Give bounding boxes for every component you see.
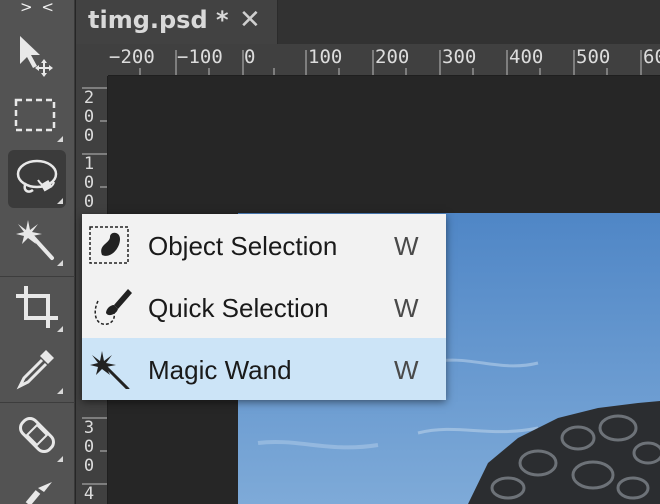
ruler-label: −200 [109,46,155,68]
horizontal-ruler: 00 −200 −100 0 100 200 300 400 500 60 [76,44,660,76]
crop-tool-button[interactable] [8,278,66,336]
tools-panel: > < [0,0,75,504]
magic-wand-tool-button[interactable] [8,212,66,270]
ruler-label: 0 [244,46,256,68]
ruler-label: 100 [308,46,343,68]
menu-item-label: Quick Selection [148,293,329,323]
lasso-tool-button[interactable] [8,150,66,208]
menu-item-shortcut: W [394,355,419,385]
ruler-label: 0 [83,192,95,212]
ruler-label: 300 [442,46,477,68]
ruler-label: 60 [643,46,660,68]
ruler-label: 3 [83,418,95,438]
menu-item-quick-selection[interactable]: Quick Selection W [82,276,446,338]
move-tool-button[interactable] [8,26,66,84]
brush-icon [25,482,52,504]
quick-selection-icon [94,289,132,325]
ruler-label: 2 [83,88,95,108]
menu-item-object-selection[interactable]: Object Selection W [82,214,446,276]
brush-tool-button[interactable] [8,470,66,504]
ruler-origin[interactable] [76,44,108,76]
ruler-label: 0 [83,437,95,457]
healing-brush-tool-button[interactable] [8,408,66,466]
menu-item-label: Object Selection [148,231,338,261]
ruler-label: 400 [509,46,544,68]
object-selection-icon [89,226,129,264]
selection-tools-flyout: Object Selection W Quick Selection W Mag… [82,214,446,400]
menu-item-magic-wand[interactable]: Magic Wand W [82,338,446,400]
collapse-toolbar-button[interactable]: > < [0,0,75,18]
menu-item-shortcut: W [394,231,419,261]
ruler-label: 4 [83,484,95,504]
ruler-label: 1 [83,154,95,174]
ruler-label: 0 [83,126,95,146]
eyedropper-tool-button[interactable] [8,340,66,398]
ruler-label: −100 [177,46,223,68]
document-tab[interactable]: timg.psd * ✕ [76,0,278,44]
ruler-label: 200 [375,46,410,68]
magic-wand-icon [90,351,130,389]
ruler-label: 0 [83,173,95,193]
ruler-label: 500 [576,46,611,68]
ruler-label: 0 [83,107,95,127]
menu-item-label: Magic Wand [148,355,292,385]
arrow-move-icon [20,36,53,77]
marquee-tool-button[interactable] [8,88,66,146]
document-tab-bar: timg.psd * ✕ [76,0,660,44]
ruler-label: 0 [83,456,95,476]
close-icon[interactable]: ✕ [239,6,261,34]
document-tab-title: timg.psd * [88,6,229,34]
menu-item-shortcut: W [394,293,419,323]
